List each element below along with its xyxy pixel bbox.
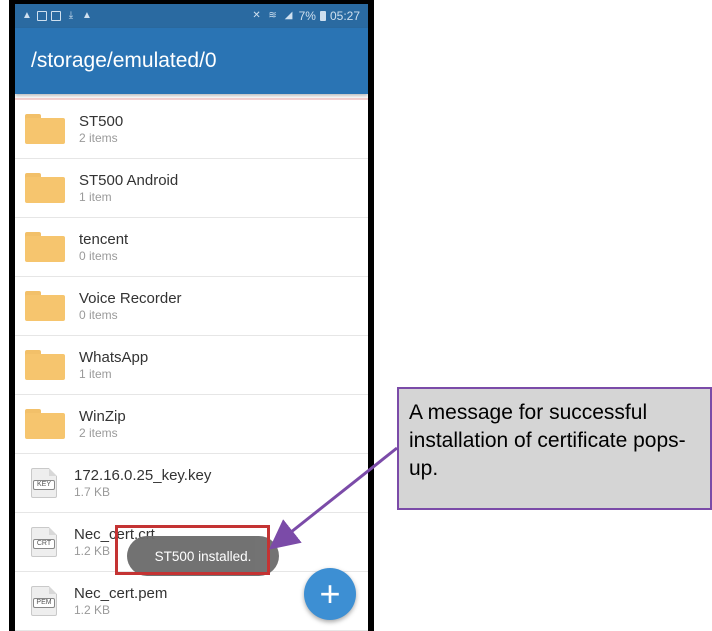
item-name: ST500 Android [79,172,179,189]
app-bar: /storage/emulated/0 [15,28,368,94]
list-item-file[interactable]: KEY 172.16.0.25_key.key 1.7 KB [15,454,368,513]
annotation-callout: A message for successful installation of… [397,387,712,510]
item-name: tencent [79,231,129,248]
clock: 05:27 [329,9,360,23]
list-item-folder[interactable]: tencent 0 items [15,218,368,277]
image-icon [37,11,47,21]
item-name: WhatsApp [79,349,149,366]
annotation-text: A message for successful installation of… [409,401,686,480]
toast-highlight-box [115,525,270,575]
wifi-icon: ≋ [268,10,277,21]
folder-icon [25,173,65,203]
mute-icon: ✕ [252,10,261,21]
status-bar-right: ✕ ≋ ◢ 7% 05:27 [251,9,360,23]
pem-file-icon: PEM [31,586,57,616]
item-name: 172.16.0.25_key.key [74,467,212,484]
battery-percent: 7% [298,9,316,23]
item-name: Nec_cert.pem [74,585,168,602]
file-ext-label: KEY [33,480,55,490]
list-item-folder[interactable]: Voice Recorder 0 items [15,277,368,336]
warning-icon: ▲ [82,10,92,21]
list-item-folder[interactable]: WinZip 2 items [15,395,368,454]
item-name: WinZip [79,408,126,425]
signal-icon: ◢ [284,10,293,21]
item-detail: 2 items [79,426,118,440]
crt-file-icon: CRT [31,527,57,557]
download-icon: ⤓ [68,10,74,21]
file-ext-label: CRT [33,539,55,549]
item-name: Voice Recorder [79,290,182,307]
folder-icon [25,232,65,262]
item-detail: 1 item [79,367,112,381]
message-icon [51,11,61,21]
folder-icon [25,350,65,380]
item-detail: 2 items [79,131,118,145]
list-item-folder[interactable]: WhatsApp 1 item [15,336,368,395]
list-item-folder[interactable]: ST500 2 items [15,100,368,159]
folder-icon [25,291,65,321]
file-ext-label: PEM [33,598,55,608]
battery-icon [319,11,326,21]
key-file-icon: KEY [31,468,57,498]
current-path-title: /storage/emulated/0 [31,49,217,72]
status-bar: ▲ ⤓ ▲ ✕ ≋ ◢ 7% 05:27 [15,4,368,28]
folder-icon [25,114,65,144]
warning-icon: ▲ [22,10,32,21]
item-name: ST500 [79,113,124,130]
add-fab-button[interactable]: + [304,568,356,620]
item-detail: 1 item [79,190,112,204]
item-detail: 1.2 KB [74,603,111,617]
item-detail: 0 items [79,308,118,322]
folder-icon [25,409,65,439]
item-detail: 1.7 KB [74,485,111,499]
status-bar-left: ▲ ⤓ ▲ [21,10,93,22]
item-detail: 0 items [79,249,118,263]
list-item-folder[interactable]: ST500 Android 1 item [15,159,368,218]
